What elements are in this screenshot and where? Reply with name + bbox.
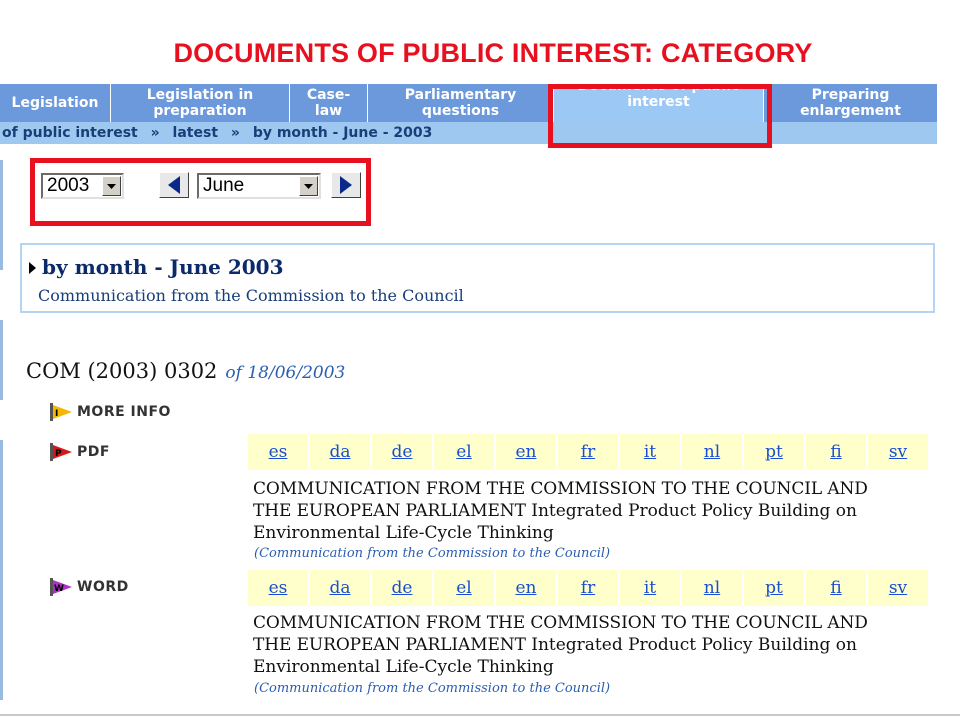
word-lang-link[interactable]: de [372,570,432,606]
pdf-lang-link[interactable]: fi [806,434,866,470]
svg-text:P: P [55,449,62,459]
more-info-link[interactable]: I MORE INFO [50,403,171,421]
bottom-divider [0,714,960,716]
month-heading: by month - June 2003 [29,255,284,279]
pdf-lang-link[interactable]: de [372,434,432,470]
tab-legislation-in-preparation[interactable]: Legislation in preparation [111,84,290,122]
pdf-document-note: (Communication from the Commission to th… [254,546,611,561]
word-lang-link[interactable]: fr [558,570,618,606]
breadcrumb-separator: » [230,125,240,141]
slide-title: DOCUMENTS OF PUBLIC INTEREST: CATEGORY [173,38,813,68]
word-document-note: (Communication from the Commission to th… [254,681,611,696]
highlight-box-selectors [30,158,371,226]
tab-legislation[interactable]: Legislation [0,84,111,122]
tab-case-law[interactable]: Case-law [290,84,368,122]
word-lang-link[interactable]: it [620,570,680,606]
pdf-lang-link[interactable]: en [496,434,556,470]
highlight-box-tab [548,84,772,148]
word-lang-link[interactable]: sv [868,570,928,606]
pdf-lang-link[interactable]: fr [558,434,618,470]
breadcrumb-item-current: by month - June - 2003 [252,125,433,141]
breadcrumb-item-public-interest[interactable]: of public interest [2,125,138,141]
word-flag-icon: W [50,578,72,596]
pdf-lang-link[interactable]: it [620,434,680,470]
word-language-links: es da de el en fr it nl pt fi sv [248,570,928,606]
tab-preparing-enlargement[interactable]: Preparing enlargement [764,84,937,122]
left-border [0,80,10,720]
pdf-lang-link[interactable]: nl [682,434,742,470]
word-format-label: W WORD [50,578,129,596]
pdf-document-title: COMMUNICATION FROM THE COMMISSION TO THE… [253,479,868,543]
breadcrumb: of public interest » latest » by month -… [0,122,937,144]
word-lang-link[interactable]: el [434,570,494,606]
pdf-lang-link[interactable]: da [310,434,370,470]
pdf-lang-link[interactable]: sv [868,434,928,470]
word-lang-link[interactable]: en [496,570,556,606]
document-date: of 18/06/2003 [225,363,346,383]
pdf-language-links: es da de el en fr it nl pt fi sv [248,434,928,470]
info-flag-icon: I [50,403,72,421]
pdf-flag-icon: P [50,443,72,461]
svg-text:W: W [54,584,64,594]
main-nav-tabs: Legislation Legislation in preparation Ca… [0,78,937,122]
word-lang-link[interactable]: fi [806,570,866,606]
month-category: Communication from the Commission to the… [38,286,464,305]
word-lang-link[interactable]: da [310,570,370,606]
pdf-format-label: P PDF [50,443,110,461]
month-header-box: by month - June 2003 Communication from … [20,243,935,313]
svg-text:I: I [55,409,58,419]
pdf-lang-link[interactable]: es [248,434,308,470]
word-lang-link[interactable]: es [248,570,308,606]
document-id: COM (2003) 0302 of 18/06/2003 [26,359,346,383]
breadcrumb-separator: » [150,125,160,141]
word-document-title: COMMUNICATION FROM THE COMMISSION TO THE… [253,613,868,677]
word-lang-link[interactable]: nl [682,570,742,606]
pdf-lang-link[interactable]: el [434,434,494,470]
word-lang-link[interactable]: pt [744,570,804,606]
breadcrumb-item-latest[interactable]: latest [173,125,218,141]
tab-parliamentary-questions[interactable]: Parliamentary questions [368,84,554,122]
pdf-lang-link[interactable]: pt [744,434,804,470]
